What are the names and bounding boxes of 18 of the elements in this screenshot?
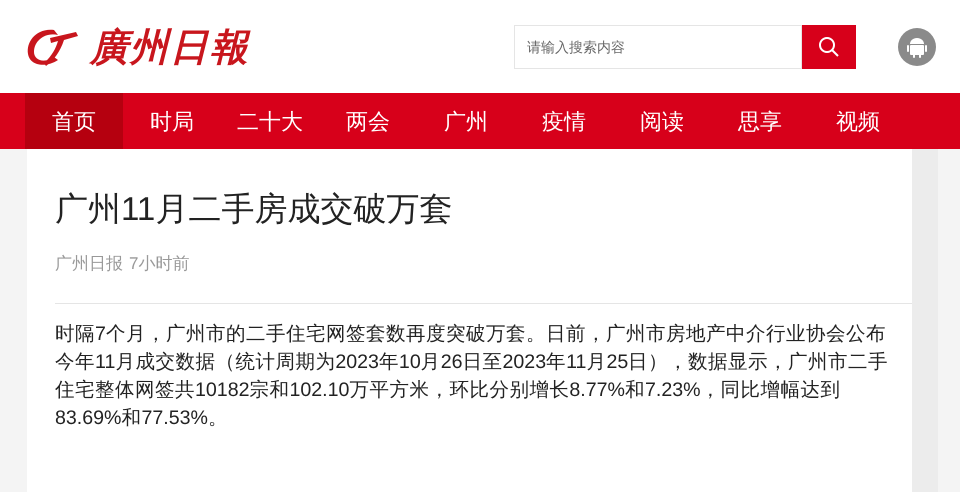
nav-tab[interactable]: 广州 <box>417 93 515 149</box>
nav-tab[interactable]: 阅读 <box>613 93 711 149</box>
nav-tab[interactable]: 视频 <box>809 93 907 149</box>
article-paragraph: 时隔7个月，广州市的二手住宅网签套数再度突破万套。日前，广州市房地产中介行业协会公布今年11月成交数据（统计周期为2023年10月26日至2023年11月25日），数据显示，广州市二手住宅整体网签共10182宗和102.10万平方米，环比分别增长8.77%和7.23%，同比增幅达到83.69%和77.53%。 <box>55 322 889 430</box>
nav-tab[interactable]: 二十大 <box>221 93 319 149</box>
nav-tab[interactable]: 两会 <box>319 93 417 149</box>
article-source: 广州日报 <box>55 253 123 275</box>
search-icon <box>817 34 841 58</box>
search-button[interactable] <box>802 24 856 68</box>
nav-tab[interactable]: 思享 <box>711 93 809 149</box>
nav-tab[interactable]: 疫情 <box>515 93 613 149</box>
nav-tab[interactable]: 首页 <box>25 93 123 149</box>
article-title: 广州11月二手房成交破万套 <box>55 189 454 229</box>
android-icon[interactable] <box>898 28 936 66</box>
logo-text: 廣州日報 <box>90 23 250 71</box>
search-field[interactable]: 请输入搜索内容 <box>514 24 802 68</box>
article-time: 7小时前 <box>129 253 190 275</box>
nav-tab[interactable]: 时局 <box>123 93 221 149</box>
